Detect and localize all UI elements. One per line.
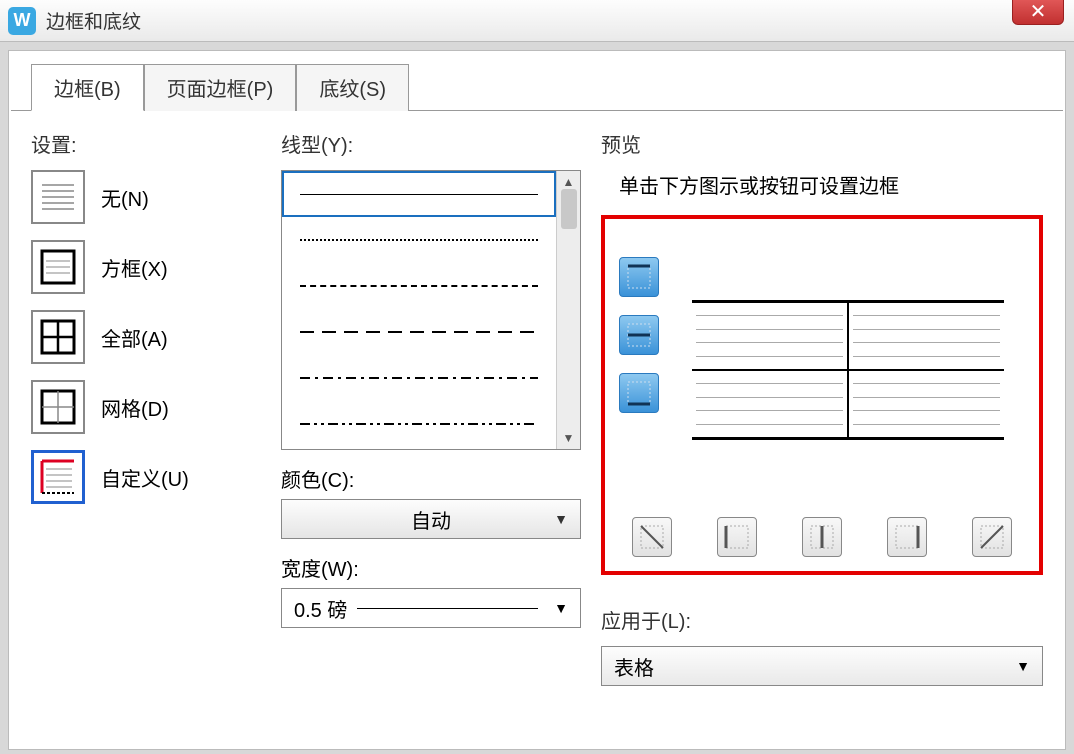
color-dropdown[interactable]: 自动 ▼	[281, 499, 581, 539]
preview-column: 预览 单击下方图示或按钮可设置边框	[601, 129, 1043, 732]
width-line-preview	[357, 608, 538, 609]
border-diag-up-button[interactable]	[972, 517, 1012, 557]
scroll-down-icon[interactable]: ▼	[563, 431, 575, 445]
setting-box[interactable]: 方框(X)	[31, 240, 261, 294]
line-style-listbox[interactable]: ▲ ▼	[281, 170, 581, 450]
setting-all[interactable]: 全部(A)	[31, 310, 261, 364]
box-icon	[31, 240, 85, 294]
apply-section: 应用于(L): 表格 ▼	[601, 605, 1043, 686]
border-buttons-left	[619, 257, 659, 503]
preview-box	[601, 215, 1043, 575]
preview-hint: 单击下方图示或按钮可设置边框	[619, 170, 1043, 199]
preview-label: 预览	[601, 129, 1043, 158]
preview-table	[692, 300, 1004, 440]
preview-main	[619, 237, 1025, 503]
settings-column: 设置: 无(N) 方框(X) 全部(A)	[31, 129, 261, 732]
border-hmiddle-button[interactable]	[619, 315, 659, 355]
border-buttons-bottom	[619, 517, 1025, 557]
width-value: 0.5 磅	[294, 594, 347, 623]
border-top-button[interactable]	[619, 257, 659, 297]
line-list	[282, 171, 556, 449]
none-icon	[31, 170, 85, 224]
tab-content: 设置: 无(N) 方框(X) 全部(A)	[11, 110, 1063, 750]
width-dropdown[interactable]: 0.5 磅 ▼	[281, 588, 581, 628]
tab-shading[interactable]: 底纹(S)	[296, 64, 409, 111]
line-dashed[interactable]	[282, 263, 556, 309]
dialog-body: 边框(B) 页面边框(P) 底纹(S) 设置: 无(N) 方框(X)	[8, 50, 1066, 750]
apply-label: 应用于(L):	[601, 605, 1043, 634]
border-left-button[interactable]	[717, 517, 757, 557]
grid-icon	[31, 380, 85, 434]
width-label: 宽度(W):	[281, 553, 581, 582]
settings-label: 设置:	[31, 129, 261, 158]
all-icon	[31, 310, 85, 364]
line-style-label: 线型(Y):	[281, 129, 581, 158]
setting-custom-label: 自定义(U)	[101, 463, 189, 492]
tabs: 边框(B) 页面边框(P) 底纹(S)	[31, 63, 1065, 110]
border-bottom-button[interactable]	[619, 373, 659, 413]
setting-custom[interactable]: 自定义(U)	[31, 450, 261, 504]
line-dashed-long[interactable]	[282, 309, 556, 355]
color-label: 颜色(C):	[281, 464, 581, 493]
border-diag-down-button[interactable]	[632, 517, 672, 557]
chevron-down-icon: ▼	[554, 511, 568, 527]
line-dotted[interactable]	[282, 217, 556, 263]
scrollbar[interactable]: ▲ ▼	[556, 171, 580, 449]
setting-all-label: 全部(A)	[101, 323, 168, 352]
setting-none-label: 无(N)	[101, 183, 149, 212]
titlebar: W 边框和底纹 ✕	[0, 0, 1074, 42]
chevron-down-icon: ▼	[554, 600, 568, 616]
window-title: 边框和底纹	[46, 7, 141, 34]
close-button[interactable]: ✕	[1012, 0, 1064, 25]
line-solid[interactable]	[282, 171, 556, 217]
preview-canvas[interactable]	[671, 237, 1025, 503]
scroll-thumb[interactable]	[561, 189, 577, 229]
tab-page-border[interactable]: 页面边框(P)	[144, 64, 297, 111]
app-icon: W	[8, 7, 36, 35]
scroll-up-icon[interactable]: ▲	[563, 175, 575, 189]
border-right-button[interactable]	[887, 517, 927, 557]
setting-none[interactable]: 无(N)	[31, 170, 261, 224]
setting-grid[interactable]: 网格(D)	[31, 380, 261, 434]
line-dashdot[interactable]	[282, 355, 556, 401]
setting-grid-label: 网格(D)	[101, 393, 169, 422]
styles-column: 线型(Y): ▲ ▼ 颜色(C): 自动	[281, 129, 581, 732]
color-value: 自动	[411, 505, 451, 534]
line-dashdotdot[interactable]	[282, 401, 556, 447]
setting-box-label: 方框(X)	[101, 253, 168, 282]
border-vmiddle-button[interactable]	[802, 517, 842, 557]
chevron-down-icon: ▼	[1016, 658, 1030, 674]
apply-value: 表格	[614, 652, 654, 681]
custom-icon	[31, 450, 85, 504]
tab-border[interactable]: 边框(B)	[31, 64, 144, 111]
apply-dropdown[interactable]: 表格 ▼	[601, 646, 1043, 686]
